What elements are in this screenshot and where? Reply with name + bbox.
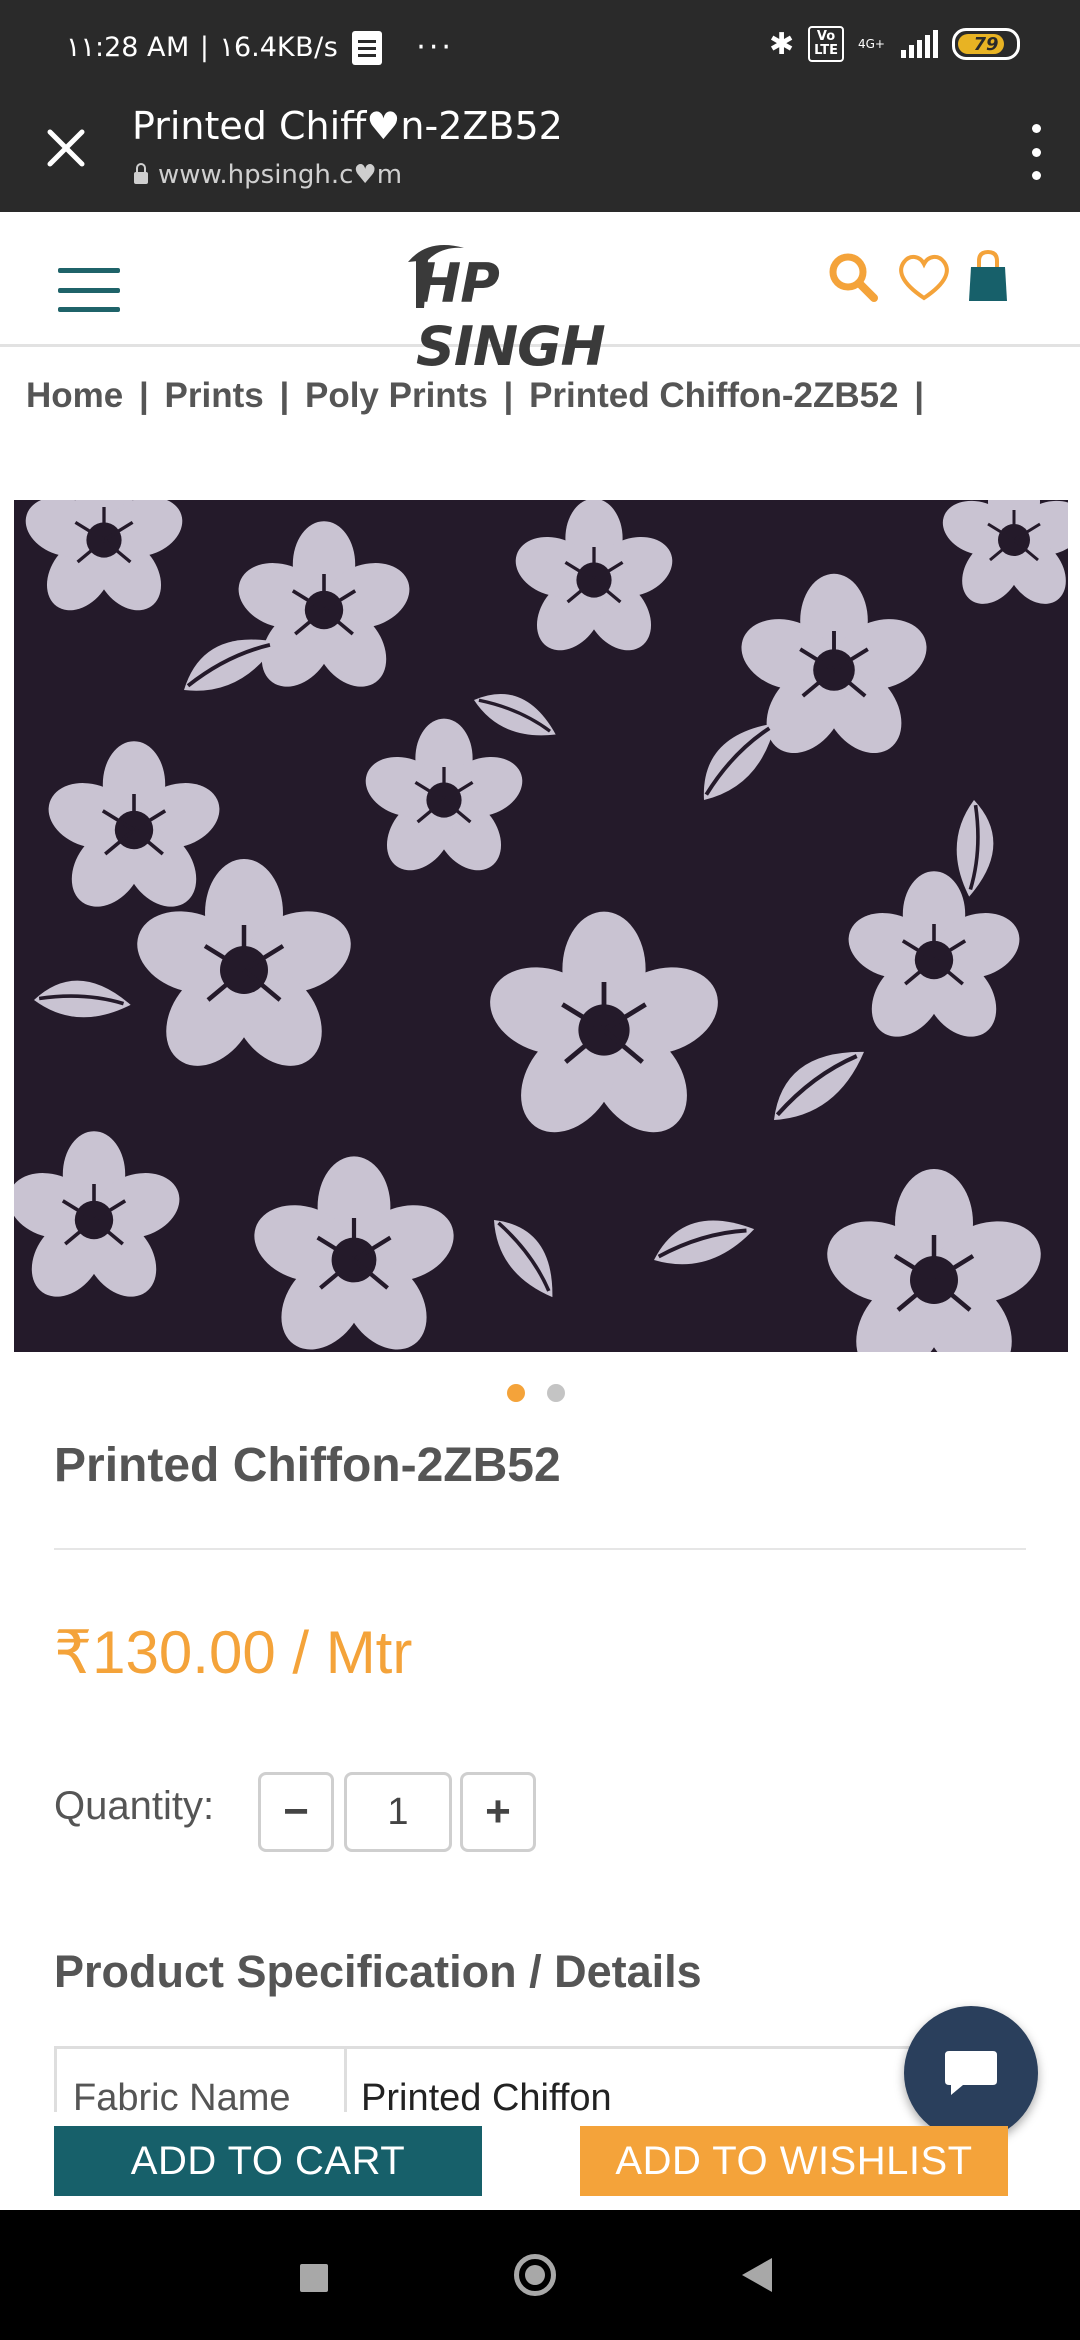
custom-tab-header: Printed Chiff♥n-2ZB52 www.hpsingh.c♥m	[0, 96, 1080, 212]
breadcrumb: Home | Prints | Poly Prints | Printed Ch…	[26, 376, 925, 415]
search-icon[interactable]	[824, 248, 882, 306]
signal-icon	[901, 30, 938, 58]
url-text: www.hpsingh.c♥m	[158, 160, 403, 190]
carousel-dot[interactable]	[547, 1384, 565, 1402]
lock-icon	[134, 163, 148, 184]
logo-text: HP SINGH	[416, 252, 606, 378]
add-to-cart-button[interactable]: ADD TO CART	[54, 2126, 482, 2196]
product-image[interactable]	[14, 500, 1068, 1352]
battery-icon: 79	[952, 28, 1020, 60]
hamburger-menu-icon[interactable]	[58, 268, 120, 312]
breadcrumb-prints[interactable]: Prints	[165, 376, 264, 415]
add-to-wishlist-button[interactable]: ADD TO WISHLIST	[580, 2126, 1008, 2196]
shopping-bag-icon[interactable]	[966, 249, 1010, 305]
status-time: ١١:28 AM	[66, 32, 190, 63]
tab-title: Printed Chiff♥n-2ZB52	[132, 104, 563, 148]
home-icon[interactable]	[514, 2254, 556, 2296]
quantity-label: Quantity:	[54, 1784, 215, 1828]
close-icon[interactable]	[44, 126, 88, 170]
breadcrumb-poly-prints[interactable]: Poly Prints	[305, 376, 488, 415]
product-price: ₹130.00 / Mtr	[54, 1619, 413, 1686]
breadcrumb-current: Printed Chiffon-2ZB52	[529, 376, 899, 415]
hp-singh-logo[interactable]: HP SINGH	[398, 238, 670, 378]
chat-button[interactable]	[904, 2006, 1038, 2140]
volte-icon: Vo LTE	[808, 26, 844, 62]
chat-bubble-icon	[945, 2051, 997, 2095]
carousel-dot-active[interactable]	[507, 1384, 525, 1402]
system-nav-bar	[0, 2210, 1080, 2340]
back-icon[interactable]	[742, 2258, 772, 2292]
header-icons	[824, 248, 1010, 306]
image-carousel-dots	[507, 1384, 565, 1402]
status-right: ✱ Vo LTE 4G+ 79	[769, 26, 1020, 62]
recent-apps-icon[interactable]	[300, 2264, 328, 2292]
breadcrumb-home[interactable]: Home	[26, 376, 123, 415]
network-speed: ١6.4KB/s	[219, 32, 339, 63]
tab-url: www.hpsingh.c♥m	[134, 160, 402, 190]
product-title: Printed Chiffon-2ZB52	[54, 1439, 561, 1492]
bluetooth-icon: ✱	[768, 26, 795, 62]
spec-heading: Product Specification / Details	[54, 1946, 702, 1997]
spec-key: Fabric Name	[57, 2049, 347, 2112]
status-bar: ١١:28 AM | ١6.4KB/s ··· ✱ Vo LTE 4G+ 79	[0, 0, 1080, 96]
site-header: HP SINGH	[0, 212, 1080, 378]
quantity-increase-button[interactable]: +	[460, 1772, 536, 1852]
quantity-decrease-button[interactable]: −	[258, 1772, 334, 1852]
notification-icon	[352, 30, 383, 65]
divider	[54, 1548, 1026, 1550]
spec-table: Fabric Name Printed Chiffon	[54, 2046, 1026, 2112]
quantity-input[interactable]	[344, 1772, 452, 1852]
floral-fabric-image	[14, 500, 1068, 1352]
status-left: ١١:28 AM | ١6.4KB/s ···	[66, 30, 454, 65]
wishlist-heart-icon[interactable]	[896, 252, 952, 302]
battery-level: 79	[973, 33, 999, 55]
overflow-menu-icon[interactable]	[1030, 124, 1042, 180]
network-type: 4G+	[858, 37, 885, 51]
spec-value: Printed Chiffon	[361, 2077, 612, 2112]
more-notifications-icon: ···	[416, 30, 454, 65]
